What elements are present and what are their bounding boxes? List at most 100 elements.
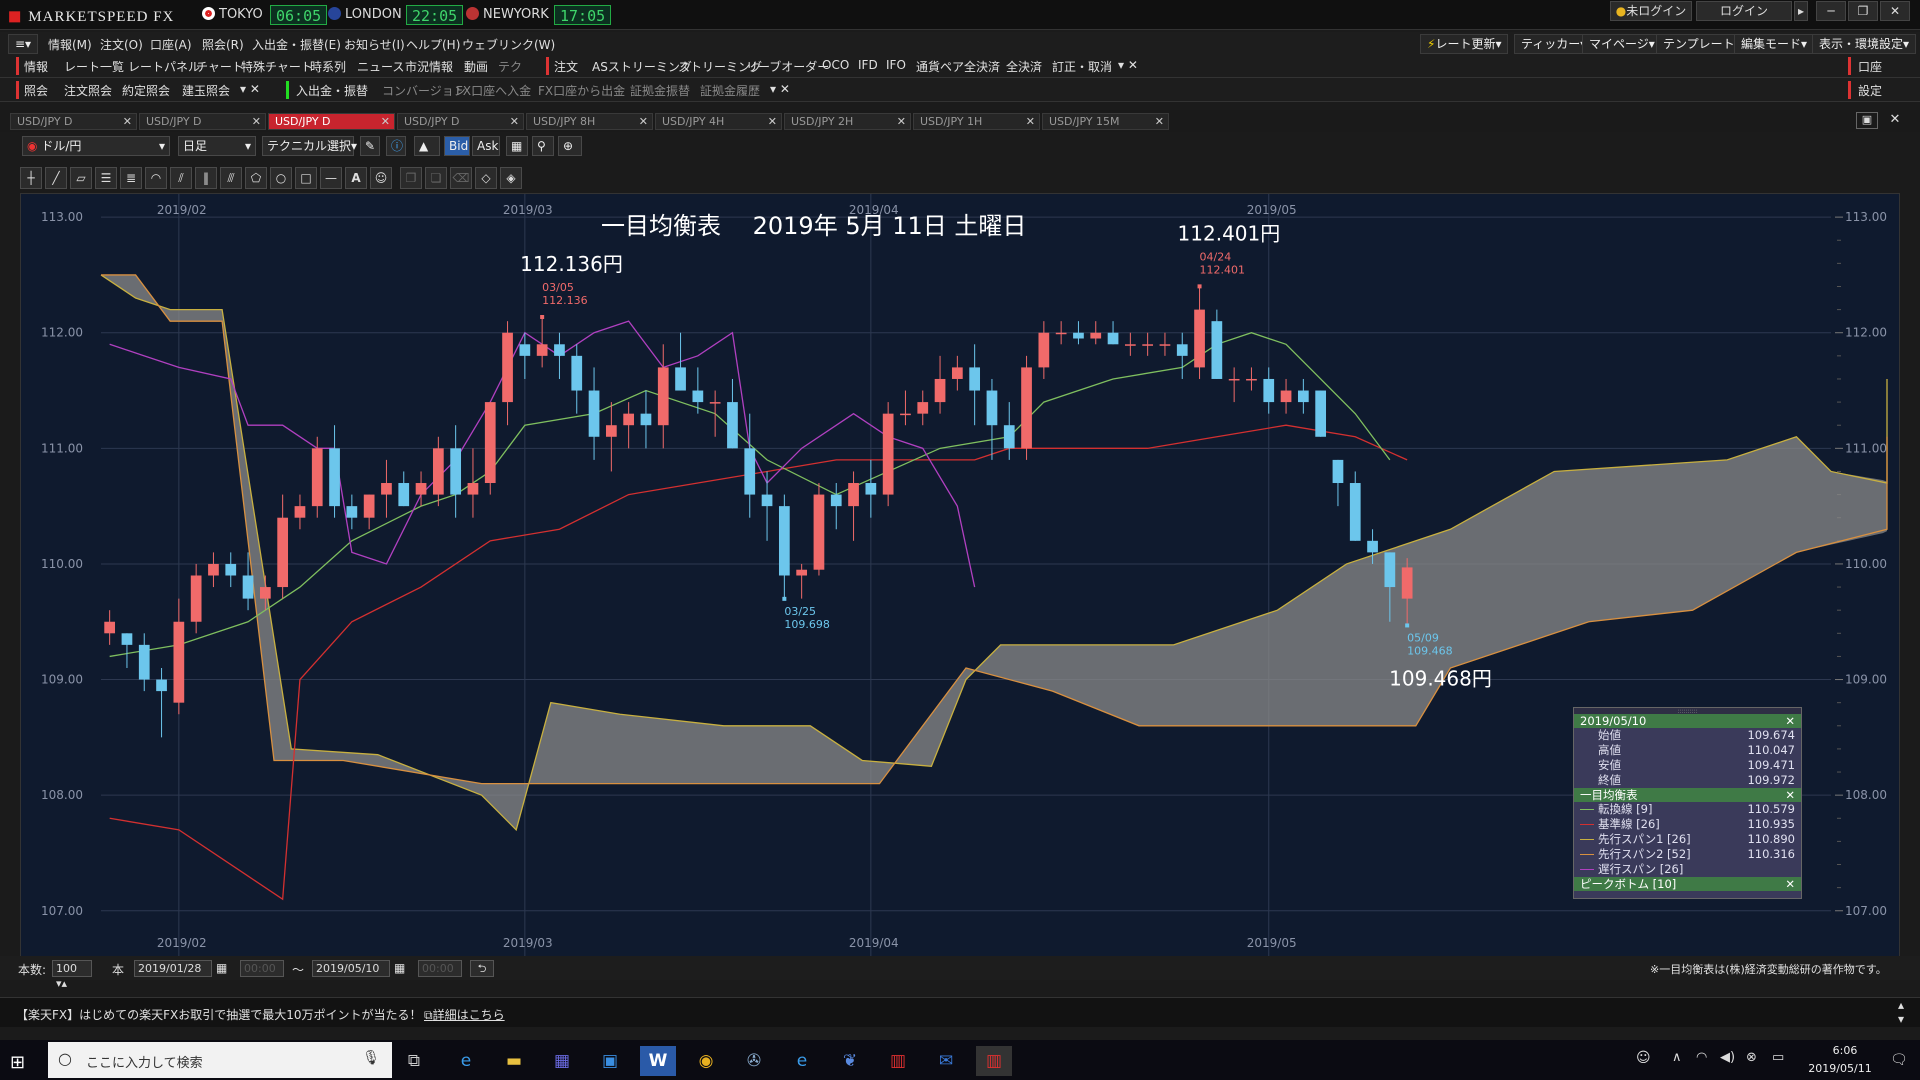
- close-icon[interactable]: ✕: [1155, 114, 1164, 129]
- tab-usdjpy-2h[interactable]: USD/JPY 2H ✕: [784, 113, 911, 130]
- eraser-icon[interactable]: ◇: [475, 167, 497, 189]
- data-window[interactable]: :::::::::: 2019/05/10 ✕ 始値 109.674 高値 110.0…: [1573, 707, 1802, 899]
- rate-update-button[interactable]: ⚡レート更新▾: [1420, 34, 1509, 54]
- notification-icon[interactable]: 🗨: [1890, 1052, 1908, 1068]
- dropdown-icon[interactable]: ▾ ✕: [770, 82, 790, 96]
- mountain-icon[interactable]: ▲: [414, 136, 440, 156]
- order-inquiry-link[interactable]: 注文照会: [64, 82, 112, 99]
- chrome-icon[interactable]: ◉: [688, 1046, 724, 1076]
- menu-deposit[interactable]: 入出金・振替(E): [252, 36, 341, 53]
- close-icon[interactable]: ✕: [897, 114, 906, 129]
- count-input[interactable]: 100 ▾▴: [52, 960, 92, 990]
- menu-account[interactable]: 口座(A): [150, 36, 192, 53]
- word-icon[interactable]: W: [640, 1046, 676, 1076]
- people-icon[interactable]: ☺: [1636, 1050, 1651, 1066]
- app-tray-icon[interactable]: ⊗: [1746, 1050, 1757, 1065]
- chart-link[interactable]: チャート: [196, 58, 244, 75]
- close-icon[interactable]: ✕: [381, 114, 390, 129]
- delete-icon[interactable]: ⌫: [450, 167, 472, 189]
- margin-transfer-link[interactable]: 証拠金振替: [630, 82, 690, 99]
- login-button[interactable]: ログイン: [1696, 1, 1792, 21]
- mypage-button[interactable]: マイページ▾: [1582, 34, 1662, 54]
- marketspeed-icon[interactable]: ▥: [880, 1046, 916, 1076]
- market-info-link[interactable]: 市況情報: [405, 58, 453, 75]
- menu-info[interactable]: 情報(M): [48, 36, 92, 53]
- circle-icon[interactable]: ○: [270, 167, 292, 189]
- execution-inquiry-link[interactable]: 約定照会: [122, 82, 170, 99]
- maximize-icon[interactable]: ▣: [1856, 112, 1878, 129]
- from-time-input[interactable]: 00:00: [240, 960, 284, 977]
- vlines-icon[interactable]: ‖: [195, 167, 217, 189]
- explorer-icon[interactable]: ▬: [496, 1046, 532, 1076]
- taskbar-date[interactable]: 2019/05/11: [1800, 1062, 1880, 1075]
- display-settings-button[interactable]: 表示・環境設定▾: [1812, 34, 1917, 54]
- line-icon[interactable]: ╱: [45, 167, 67, 189]
- calendar-icon[interactable]: ▦: [394, 961, 405, 975]
- rectangle-icon[interactable]: □: [295, 167, 317, 189]
- info-icon[interactable]: ⓘ: [386, 136, 406, 156]
- ie-icon[interactable]: e: [448, 1046, 484, 1076]
- settings-link[interactable]: 設定: [1858, 82, 1882, 99]
- text-icon[interactable]: A: [345, 167, 367, 189]
- fibonacci-icon[interactable]: ≣: [120, 167, 142, 189]
- edit-mode-button[interactable]: 編集モード▾: [1734, 34, 1815, 54]
- oco-link[interactable]: OCO: [822, 58, 849, 72]
- fx-deposit-link[interactable]: FX口座へ入金: [456, 82, 531, 99]
- news-link[interactable]: ⧉詳細はこちら: [424, 1006, 505, 1023]
- period-select[interactable]: 日足 ▾: [178, 136, 256, 156]
- menu-icon[interactable]: ≡▾: [8, 34, 38, 54]
- modify-cancel-link[interactable]: 訂正・取消: [1052, 58, 1112, 75]
- tab-usdjpy-1h[interactable]: USD/JPY 1H ✕: [913, 113, 1040, 130]
- menu-weblink[interactable]: ウェブリンク(W): [462, 36, 555, 53]
- special-chart-link[interactable]: 特殊チャート: [241, 58, 313, 75]
- tab-usdjpy-d-1[interactable]: USD/JPY D ✕: [10, 113, 137, 130]
- scroll-up-icon[interactable]: ▴: [1898, 998, 1904, 1012]
- calculator-icon[interactable]: ▦: [544, 1046, 580, 1076]
- close-icon[interactable]: ✕: [639, 114, 648, 129]
- close-icon[interactable]: ✕: [1880, 1, 1910, 21]
- ifo-link[interactable]: IFO: [886, 58, 906, 72]
- restore-icon[interactable]: ❐: [1848, 1, 1878, 21]
- pen-icon[interactable]: ✎: [360, 136, 380, 156]
- arc-icon[interactable]: ◠: [145, 167, 167, 189]
- app-icon[interactable]: ✇: [736, 1046, 772, 1076]
- close-icon[interactable]: ✕: [123, 114, 132, 129]
- ask-toggle[interactable]: Ask: [472, 136, 500, 156]
- network-icon[interactable]: ◠: [1696, 1050, 1707, 1065]
- rate-list-link[interactable]: レート一覧: [64, 58, 124, 75]
- fx-withdraw-link[interactable]: FX口座から出金: [538, 82, 625, 99]
- hlines-icon[interactable]: ☰: [95, 167, 117, 189]
- tab-usdjpy-d-active[interactable]: USD/JPY D ✕: [268, 113, 395, 130]
- eraser-all-icon[interactable]: ◈: [500, 167, 522, 189]
- zoom-in-icon[interactable]: ⊕: [558, 136, 582, 156]
- tab-usdjpy-8h[interactable]: USD/JPY 8H ✕: [526, 113, 653, 130]
- scroll-down-icon[interactable]: ▾: [1898, 1012, 1904, 1026]
- account-link[interactable]: 口座: [1858, 58, 1882, 75]
- pair-settle-link[interactable]: 通貨ペア全決済: [916, 58, 1000, 75]
- tab-usdjpy-4h[interactable]: USD/JPY 4H ✕: [655, 113, 782, 130]
- dropdown-icon[interactable]: ▾ ✕: [240, 82, 260, 96]
- taskbar-search[interactable]: ○ ここに入力して検索 🎙: [48, 1042, 392, 1078]
- edge-icon[interactable]: e: [784, 1046, 820, 1076]
- pentagon-icon[interactable]: ⬠: [245, 167, 267, 189]
- volume-icon[interactable]: ◀): [1720, 1050, 1735, 1065]
- as-streaming-link[interactable]: ASストリーミング: [592, 58, 692, 75]
- close-icon[interactable]: ✕: [1785, 714, 1795, 728]
- settle-all-link[interactable]: 全決済: [1006, 58, 1042, 75]
- refresh-icon[interactable]: ⮌: [470, 960, 494, 977]
- windows-start-icon[interactable]: ⊞: [10, 1052, 25, 1073]
- menu-help[interactable]: ヘルプ(H): [406, 36, 460, 53]
- time-series-link[interactable]: 時系列: [310, 58, 346, 75]
- icon-tool-icon[interactable]: ☺: [370, 167, 392, 189]
- close-icon[interactable]: ✕: [252, 114, 261, 129]
- from-date-input[interactable]: 2019/01/28: [134, 960, 212, 977]
- menu-order[interactable]: 注文(O): [100, 36, 143, 53]
- task-view-icon[interactable]: ⧉: [396, 1046, 432, 1076]
- fan-icon[interactable]: ⫽: [170, 167, 192, 189]
- menu-notice[interactable]: お知らせ(I): [344, 36, 405, 53]
- minimize-icon[interactable]: ─: [1816, 1, 1846, 21]
- news-link[interactable]: ニュース: [357, 58, 404, 75]
- position-inquiry-link[interactable]: 建玉照会: [182, 82, 230, 99]
- to-date-input[interactable]: 2019/05/10: [312, 960, 390, 977]
- login-status-button[interactable]: ●未ログイン: [1610, 1, 1692, 21]
